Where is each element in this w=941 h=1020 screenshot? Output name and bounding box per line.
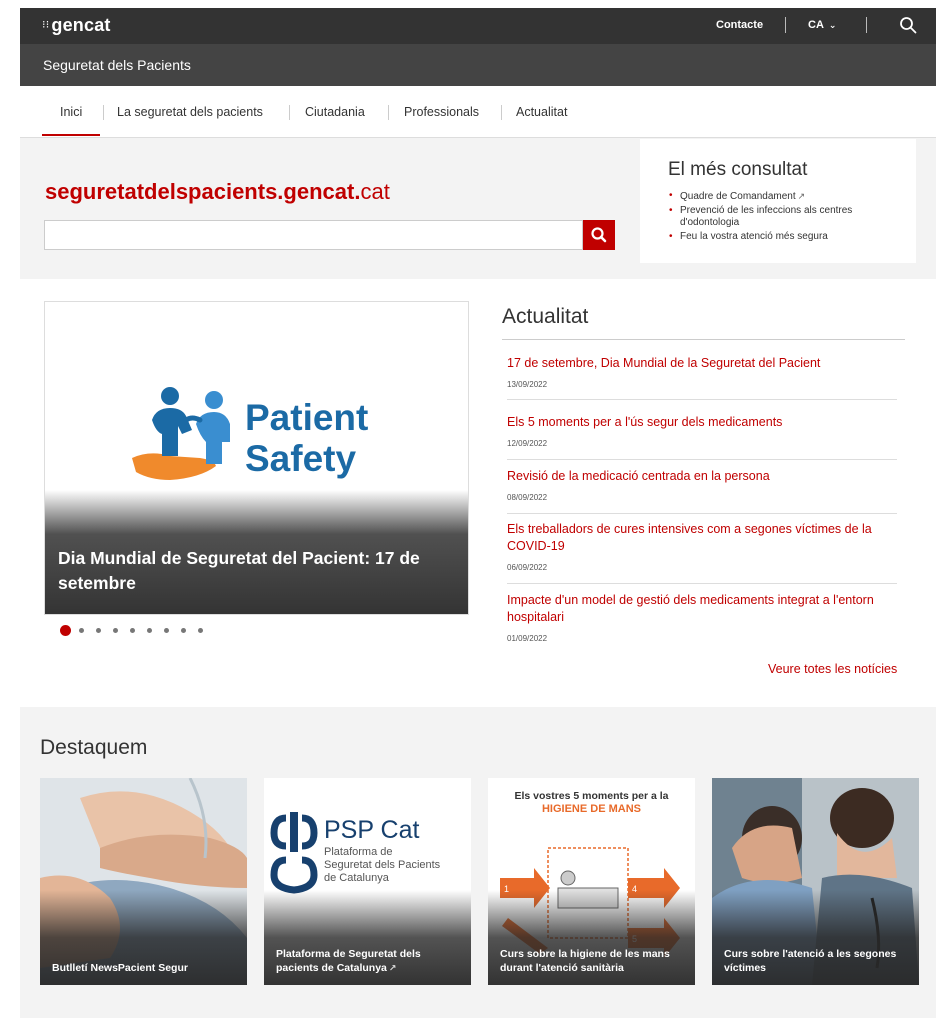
site-brand-main: seguretatdelspacients.gencat. bbox=[45, 179, 361, 204]
featured-section-title: Destaquem bbox=[40, 736, 148, 759]
nav-divider bbox=[388, 105, 389, 120]
site-bar: Seguretat dels Pacients bbox=[20, 44, 936, 86]
patient-safety-wordmark: Patient Safety bbox=[245, 397, 368, 479]
poster-line2: HIGIENE DE MANS bbox=[541, 803, 641, 815]
news-item-link[interactable]: Els 5 moments per a l'ús segur dels medi… bbox=[507, 414, 897, 431]
site-title[interactable]: Seguretat dels Pacients bbox=[43, 57, 191, 73]
psp-cat-line2: Seguretat dels Pacients bbox=[324, 859, 441, 871]
nav-item-inici[interactable]: Inici bbox=[60, 105, 82, 119]
carousel-dot[interactable] bbox=[181, 628, 186, 633]
featured-card-label: Plataforma de Seguretat dels pacients de… bbox=[276, 947, 461, 975]
news-item-link[interactable]: 17 de setembre, Dia Mundial de la Segure… bbox=[507, 355, 897, 372]
gencat-logo-text: gencat bbox=[51, 15, 111, 35]
carousel-caption: Dia Mundial de Seguretat del Pacient: 17… bbox=[45, 490, 468, 614]
most-consulted-list: Quadre de Comandament↗ Prevenció de les … bbox=[668, 190, 908, 245]
most-consulted-item[interactable]: Quadre de Comandament↗ bbox=[668, 190, 908, 203]
featured-card-label-text: Plataforma de Seguretat dels pacients de… bbox=[276, 948, 421, 974]
nav-item-seguretat[interactable]: La seguretat dels pacients bbox=[117, 105, 263, 119]
news-item-date: 08/09/2022 bbox=[507, 493, 548, 502]
psp-cat-line1: Plataforma de bbox=[324, 846, 393, 858]
topbar-divider bbox=[785, 17, 786, 33]
carousel-dot[interactable] bbox=[198, 628, 203, 633]
external-link-icon: ↗ bbox=[388, 963, 397, 973]
news-item: Els 5 moments per a l'ús segur dels medi… bbox=[507, 414, 897, 448]
site-search-input[interactable] bbox=[44, 220, 583, 250]
news-item-link[interactable]: Impacte d'un model de gestió dels medica… bbox=[507, 592, 897, 626]
featured-card-label: Curs sobre l'atenció a les segones vícti… bbox=[724, 948, 897, 974]
chevron-down-icon: ⌄ bbox=[828, 20, 837, 30]
see-all-news-link[interactable]: Veure totes les notícies bbox=[768, 662, 897, 676]
carousel-dot[interactable] bbox=[164, 628, 169, 633]
page: ⁝⁝ gencat Contacte CA ⌄ Seguretat dels Pac… bbox=[20, 8, 936, 1018]
news-item: Impacte d'un model de gestió dels medica… bbox=[507, 592, 897, 643]
nav-item-actualitat[interactable]: Actualitat bbox=[516, 105, 567, 119]
nav-divider bbox=[289, 105, 290, 120]
news-item-date: 12/09/2022 bbox=[507, 439, 548, 448]
news-carousel[interactable]: Patient Safety Dia Mundial de Seguretat d… bbox=[44, 301, 469, 615]
carousel-dot[interactable] bbox=[96, 628, 101, 633]
search-icon bbox=[591, 227, 607, 243]
nav-item-professionals[interactable]: Professionals bbox=[404, 105, 479, 119]
featured-card-label: Curs sobre la higiene de les mans durant… bbox=[500, 948, 670, 974]
patient-safety-line1: Patient bbox=[245, 397, 369, 438]
external-link-icon: ↗ bbox=[797, 191, 806, 201]
news-divider bbox=[507, 513, 897, 514]
news-item-link[interactable]: Els treballadors de cures intensives com… bbox=[507, 521, 897, 555]
news-item-link[interactable]: Revisió de la medicació centrada en la p… bbox=[507, 468, 897, 485]
news-item: Revisió de la medicació centrada en la p… bbox=[507, 468, 897, 502]
site-brand[interactable]: seguretatdelspacients.gencat.cat bbox=[45, 179, 390, 205]
featured-card[interactable]: PSP Cat Plataforma de Seguretat dels Pac… bbox=[264, 778, 471, 985]
top-bar: ⁝⁝ gencat Contacte CA ⌄ bbox=[20, 8, 936, 44]
featured-card[interactable]: Butlletí NewsPacient Segur bbox=[40, 778, 247, 985]
news-divider bbox=[507, 583, 897, 584]
carousel-dot[interactable] bbox=[130, 628, 135, 633]
news-item-date: 01/09/2022 bbox=[507, 634, 548, 643]
nav-divider bbox=[501, 105, 502, 120]
hero-section: seguretatdelspacients.gencat.cat El més … bbox=[20, 139, 936, 279]
news-item: Els treballadors de cures intensives com… bbox=[507, 521, 897, 572]
most-consulted-item[interactable]: Prevenció de les infeccions als centres … bbox=[668, 205, 908, 229]
nav-divider bbox=[103, 105, 104, 120]
psp-cat-logo-text: PSP Cat Plataforma de Seguretat dels Pac… bbox=[324, 816, 440, 885]
main-nav: Inici La seguretat dels pacients Ciutada… bbox=[20, 86, 936, 138]
featured-card[interactable]: Curs sobre l'atenció a les segones vícti… bbox=[712, 778, 919, 985]
contact-link[interactable]: Contacte bbox=[716, 19, 763, 31]
patient-safety-line2: Safety bbox=[245, 438, 357, 479]
main-section: Patient Safety Dia Mundial de Seguretat d… bbox=[20, 279, 936, 707]
most-consulted-box: El més consultat Quadre de Comandament↗ … bbox=[640, 139, 916, 263]
topbar-divider bbox=[866, 17, 867, 33]
gencat-logo-mark: ⁝⁝ bbox=[42, 19, 50, 31]
gencat-logo[interactable]: ⁝⁝ gencat bbox=[42, 15, 111, 36]
most-consulted-item-label: Prevenció de les infeccions als centres … bbox=[680, 205, 853, 228]
news-divider bbox=[507, 399, 897, 400]
most-consulted-title: El més consultat bbox=[668, 159, 808, 180]
news-item-date: 06/09/2022 bbox=[507, 563, 548, 572]
news-divider bbox=[507, 459, 897, 460]
search-icon[interactable] bbox=[899, 16, 917, 34]
most-consulted-item-label: Feu la vostra atenció més segura bbox=[680, 231, 828, 242]
search-button[interactable] bbox=[583, 220, 615, 250]
nav-item-ciutadania[interactable]: Ciutadania bbox=[305, 105, 365, 119]
featured-card[interactable]: Els vostres 5 moments per a la HIGIENE D… bbox=[488, 778, 695, 985]
nav-active-indicator bbox=[42, 134, 100, 136]
carousel-dot[interactable] bbox=[113, 628, 118, 633]
psp-cat-line3: de Catalunya bbox=[324, 872, 389, 884]
language-label: CA bbox=[808, 19, 824, 31]
site-brand-suffix: cat bbox=[360, 179, 390, 204]
featured-card-label: Butlletí NewsPacient Segur bbox=[52, 962, 188, 974]
language-selector[interactable]: CA ⌄ bbox=[808, 19, 836, 31]
carousel-dot[interactable] bbox=[79, 628, 84, 633]
carousel-caption-text[interactable]: Dia Mundial de Seguretat del Pacient: 17… bbox=[58, 546, 458, 596]
hand-hygiene-poster-title: Els vostres 5 moments per a la HIGIENE D… bbox=[488, 790, 695, 816]
news-item: 17 de setembre, Dia Mundial de la Segure… bbox=[507, 355, 897, 389]
carousel-dot[interactable] bbox=[60, 625, 71, 636]
news-item-date: 13/09/2022 bbox=[507, 380, 548, 389]
most-consulted-item-label: Quadre de Comandament bbox=[680, 191, 796, 202]
carousel-dot[interactable] bbox=[147, 628, 152, 633]
poster-line1: Els vostres 5 moments per a la bbox=[514, 790, 669, 802]
psp-cat-title: PSP Cat bbox=[324, 816, 420, 844]
news-title-underline bbox=[502, 339, 905, 340]
most-consulted-item[interactable]: Feu la vostra atenció més segura bbox=[668, 231, 908, 243]
news-section-title: Actualitat bbox=[502, 305, 589, 328]
